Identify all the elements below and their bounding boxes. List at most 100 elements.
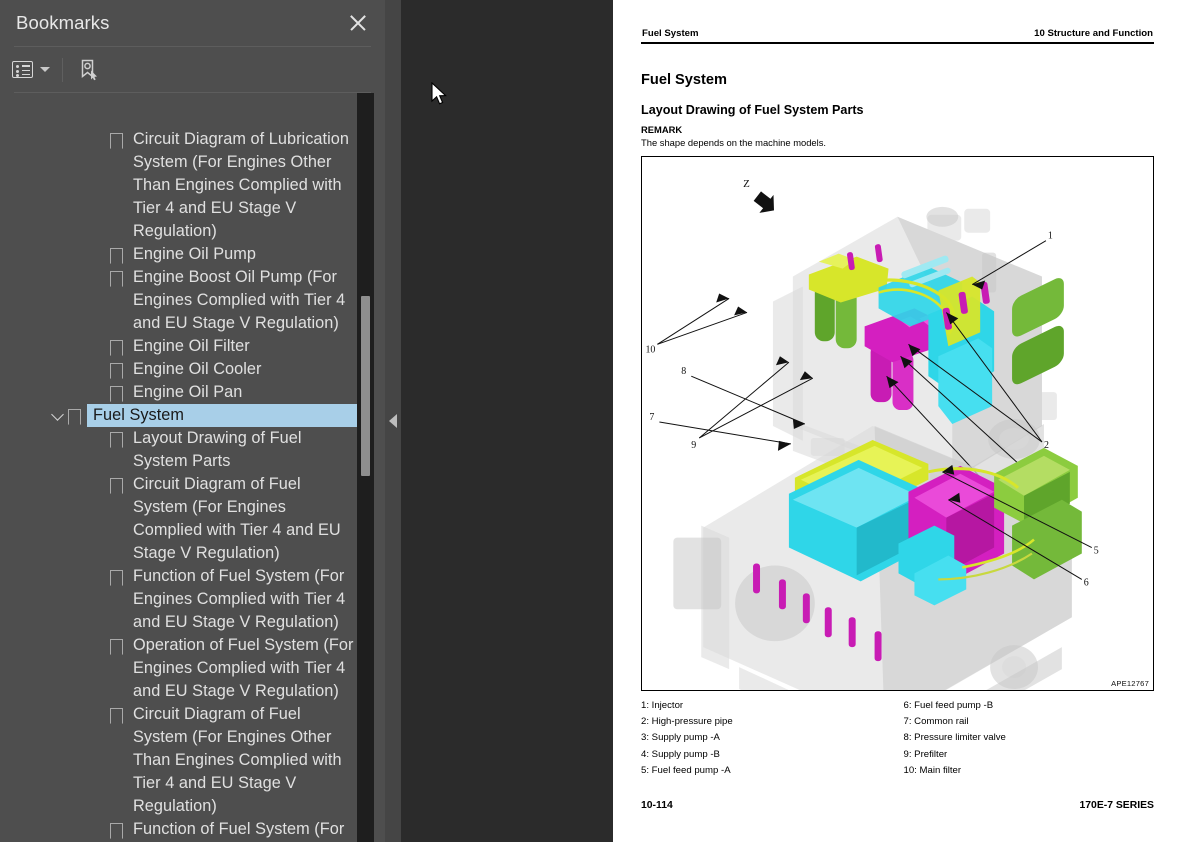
ribbon-glyph bbox=[110, 271, 123, 287]
legend-item: 8: Pressure limiter valve bbox=[903, 732, 1006, 744]
bookmark-item[interactable]: Circuit Diagram of Lubrication System (F… bbox=[0, 128, 385, 243]
bookmark-item[interactable]: Circuit Diagram of Fuel System (For Engi… bbox=[0, 703, 385, 818]
legend-item: 10: Main filter bbox=[903, 764, 962, 776]
bookmark-ribbon-icon bbox=[110, 381, 129, 402]
bookmark-item-label: Engine Oil Cooler bbox=[133, 360, 262, 378]
pdf-page: Fuel System 10 Structure and Function Fu… bbox=[613, 0, 1200, 842]
bookmark-item[interactable]: Function of Fuel System (For Engines Oth… bbox=[0, 818, 385, 842]
bookmark-item[interactable]: Function of Fuel System (For Engines Com… bbox=[0, 565, 385, 634]
bookmark-item[interactable]: Engine Boost Oil Pump (For Engines Compl… bbox=[0, 266, 385, 335]
mouse-cursor bbox=[431, 82, 447, 105]
ribbon-glyph bbox=[110, 386, 123, 402]
ribbon-glyph bbox=[110, 708, 123, 724]
bookmarks-panel-header: Bookmarks bbox=[0, 0, 385, 46]
callout-7: 7 bbox=[649, 412, 654, 423]
pdf-page-viewer[interactable]: Fuel System 10 Structure and Function Fu… bbox=[401, 0, 1200, 842]
bookmark-item-label: Circuit Diagram of Fuel System (For Engi… bbox=[133, 475, 341, 562]
bookmark-ribbon-icon bbox=[110, 427, 129, 448]
bookmark-item[interactable]: Engine Oil Cooler bbox=[0, 358, 385, 381]
pdf-viewer-window: Bookmarks Circuit Diagram of Lubrication… bbox=[0, 0, 1200, 842]
ribbon-glyph bbox=[110, 340, 123, 356]
bookmark-item[interactable]: Circuit Diagram of Fuel System (For Engi… bbox=[0, 473, 385, 565]
bookmark-ribbon-icon bbox=[110, 473, 129, 494]
bookmark-expander-placeholder bbox=[88, 427, 110, 436]
ribbon-glyph bbox=[110, 570, 123, 586]
series-label: 170E-7 SERIES bbox=[1079, 800, 1154, 811]
bookmark-item-label: Fuel System bbox=[86, 403, 359, 428]
bookmark-item[interactable]: Engine Oil Filter bbox=[0, 335, 385, 358]
ribbon-glyph bbox=[110, 432, 123, 448]
toolbar-divider bbox=[62, 57, 63, 82]
bookmark-expander-placeholder bbox=[88, 381, 110, 390]
section-title: Layout Drawing of Fuel System Parts bbox=[641, 103, 864, 117]
legend-item: 7: Common rail bbox=[903, 716, 969, 728]
chevron-down-icon[interactable] bbox=[46, 404, 68, 421]
bookmark-item[interactable]: Layout Drawing of Fuel System Parts bbox=[0, 427, 385, 473]
figure-legend: 1: Injector 2: High-pressure pipe 3: Suppl… bbox=[641, 698, 1154, 779]
bookmark-item[interactable]: Engine Oil Pan bbox=[0, 381, 385, 404]
legend-item: 6: Fuel feed pump -B bbox=[903, 700, 994, 711]
callout-6: 6 bbox=[1084, 577, 1089, 588]
callout-5: 5 bbox=[1094, 546, 1099, 557]
page-footer: 10-114 170E-7 SERIES bbox=[641, 800, 1154, 811]
bookmark-item[interactable]: Engine Oil Pump bbox=[0, 243, 385, 266]
bookmark-item-label: Engine Oil Pump bbox=[133, 245, 256, 263]
bookmark-ribbon-icon bbox=[110, 565, 129, 586]
bookmark-expander-placeholder bbox=[88, 358, 110, 367]
remark-label: REMARK bbox=[641, 124, 683, 135]
legend-column-left: 1: Injector 2: High-pressure pipe 3: Suppl… bbox=[641, 698, 898, 779]
bookmarks-list-container: Circuit Diagram of Lubrication System (F… bbox=[0, 93, 385, 842]
new-bookmark-button[interactable] bbox=[73, 55, 105, 85]
page-running-head: Fuel System 10 Structure and Function bbox=[641, 28, 1154, 42]
bookmark-item[interactable]: Operation of Fuel System (For Engines Co… bbox=[0, 634, 385, 703]
bookmark-expander-placeholder bbox=[88, 335, 110, 344]
legend-item: 4: Supply pump -B bbox=[641, 748, 720, 760]
running-head-right: 10 Structure and Function bbox=[1034, 28, 1153, 39]
page-number: 10-114 bbox=[641, 800, 673, 811]
callout-1: 1 bbox=[1048, 231, 1053, 242]
bookmark-ribbon-icon bbox=[68, 404, 87, 425]
bookmarks-scrollbar-thumb[interactable] bbox=[361, 296, 370, 476]
list-options-icon bbox=[12, 61, 33, 78]
ribbon-glyph bbox=[110, 478, 123, 494]
bookmarks-panel: Bookmarks Circuit Diagram of Lubrication… bbox=[0, 0, 385, 842]
bookmark-expander-placeholder bbox=[88, 266, 110, 275]
bookmark-expander-placeholder bbox=[88, 818, 110, 827]
bookmark-item-label: Operation of Fuel System (For Engines Co… bbox=[133, 636, 354, 700]
running-head-left: Fuel System bbox=[642, 28, 699, 39]
bookmark-expander-placeholder bbox=[88, 634, 110, 643]
bookmark-expander-placeholder bbox=[88, 703, 110, 712]
view-arrow-z bbox=[753, 191, 774, 213]
bookmark-item[interactable]: Fuel System bbox=[0, 403, 385, 428]
bookmark-item-label: Engine Oil Filter bbox=[133, 337, 250, 355]
view-label-z: Z bbox=[743, 178, 750, 190]
bookmark-item-label: Layout Drawing of Fuel System Parts bbox=[133, 429, 302, 470]
bookmark-ribbon-icon bbox=[110, 818, 129, 839]
bookmark-ribbon-icon bbox=[110, 335, 129, 356]
bookmarks-scrollbar[interactable] bbox=[357, 93, 374, 842]
legend-item: 3: Supply pump -A bbox=[641, 732, 720, 744]
ribbon-glyph bbox=[110, 133, 123, 149]
figure-id: APE12767 bbox=[1111, 679, 1149, 688]
ribbon-glyph bbox=[110, 639, 123, 655]
ribbon-glyph bbox=[110, 823, 123, 839]
bookmarks-toolbar bbox=[0, 47, 385, 92]
legend-item: 5: Fuel feed pump -A bbox=[641, 764, 731, 776]
callout-10: 10 bbox=[645, 344, 655, 355]
bookmark-ribbon-icon bbox=[110, 128, 129, 149]
close-icon[interactable] bbox=[345, 10, 371, 36]
panel-splitter[interactable] bbox=[385, 0, 401, 842]
bookmark-ribbon-icon bbox=[110, 634, 129, 655]
bookmark-ribbon-icon bbox=[110, 703, 129, 724]
collapse-left-icon[interactable] bbox=[389, 414, 397, 428]
bookmark-options-button[interactable] bbox=[8, 58, 54, 81]
bookmark-expander-placeholder bbox=[88, 243, 110, 252]
panel-title: Bookmarks bbox=[16, 12, 110, 33]
callout-8: 8 bbox=[681, 366, 686, 377]
legend-item: 9: Prefilter bbox=[903, 748, 948, 760]
ribbon-glyph bbox=[68, 409, 81, 425]
legend-column-right: 6: Fuel feed pump -B 7: Common rail 8: Pre… bbox=[898, 698, 1155, 779]
legend-item: 1: Injector bbox=[641, 700, 684, 711]
ribbon-glyph bbox=[110, 248, 123, 264]
bookmark-item-label: Engine Boost Oil Pump (For Engines Compl… bbox=[133, 268, 346, 332]
